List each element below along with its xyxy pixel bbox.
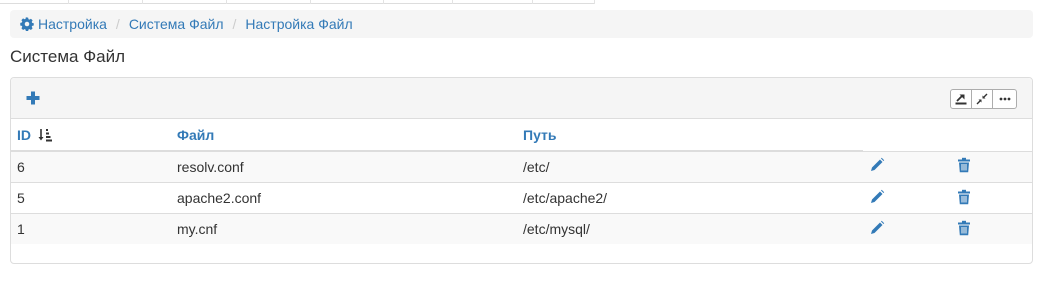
sort-numeric-asc-icon bbox=[38, 128, 52, 141]
cell-path: /etc/mysql/ bbox=[517, 213, 863, 244]
gear-icon bbox=[20, 17, 34, 31]
trash-icon[interactable] bbox=[956, 220, 972, 236]
top-edge-divider bbox=[0, 0, 595, 4]
pencil-icon[interactable] bbox=[869, 220, 885, 236]
column-header-file[interactable]: Файл bbox=[171, 119, 517, 152]
column-header-id[interactable]: ID bbox=[11, 119, 171, 152]
pencil-icon[interactable] bbox=[869, 189, 885, 205]
plus-icon[interactable] bbox=[25, 90, 41, 106]
page-title: Система Файл bbox=[10, 47, 125, 66]
table-row: 1 my.cnf /etc/mysql/ bbox=[11, 213, 1032, 244]
cell-edit bbox=[863, 182, 950, 214]
breadcrumb-settings-file-link[interactable]: Настройка Файл bbox=[245, 16, 352, 32]
table-header-row: ID Файл Путь bbox=[11, 119, 1032, 152]
cell-id: 1 bbox=[11, 213, 171, 244]
files-panel: ID Файл Путь 6 resolv.conf /etc/ 5 apach… bbox=[10, 77, 1033, 264]
toolbar-button-group bbox=[950, 89, 1017, 109]
pencil-icon[interactable] bbox=[869, 157, 885, 173]
cell-delete bbox=[950, 182, 1032, 214]
cell-path: /etc/ bbox=[517, 150, 863, 183]
breadcrumb-home-link[interactable]: Настройка bbox=[20, 16, 107, 32]
files-table: ID Файл Путь 6 resolv.conf /etc/ 5 apach… bbox=[11, 119, 1032, 244]
column-header-path[interactable]: Путь bbox=[517, 119, 863, 152]
trash-icon[interactable] bbox=[956, 157, 972, 173]
export-button[interactable] bbox=[950, 89, 972, 109]
cell-file: apache2.conf bbox=[171, 182, 517, 214]
table-row: 6 resolv.conf /etc/ bbox=[11, 150, 1032, 183]
cell-file: resolv.conf bbox=[171, 150, 517, 183]
cell-file: my.cnf bbox=[171, 213, 517, 244]
compress-icon bbox=[976, 93, 988, 105]
cell-edit bbox=[863, 213, 950, 244]
trash-icon[interactable] bbox=[956, 189, 972, 205]
cell-id: 6 bbox=[11, 150, 171, 183]
breadcrumb-separator: / bbox=[232, 16, 237, 32]
column-header-edit bbox=[863, 119, 950, 151]
table-row: 5 apache2.conf /etc/apache2/ bbox=[11, 182, 1032, 214]
breadcrumb: Настройка / Система Файл / Настройка Фай… bbox=[10, 10, 1033, 38]
panel-toolbar bbox=[11, 78, 1032, 119]
column-header-delete bbox=[950, 119, 1032, 151]
cell-delete bbox=[950, 213, 1032, 244]
more-options-button[interactable] bbox=[992, 89, 1017, 109]
compress-button[interactable] bbox=[971, 89, 993, 109]
breadcrumb-system-file-link[interactable]: Система Файл bbox=[129, 16, 224, 32]
more-icon bbox=[999, 97, 1010, 101]
cell-edit bbox=[863, 150, 950, 183]
breadcrumb-home-label: Настройка bbox=[38, 16, 107, 32]
column-header-id-label: ID bbox=[17, 126, 31, 143]
export-icon bbox=[955, 94, 967, 105]
cell-path: /etc/apache2/ bbox=[517, 182, 863, 214]
cell-id: 5 bbox=[11, 182, 171, 214]
cell-delete bbox=[950, 150, 1032, 183]
breadcrumb-separator: / bbox=[115, 16, 120, 32]
